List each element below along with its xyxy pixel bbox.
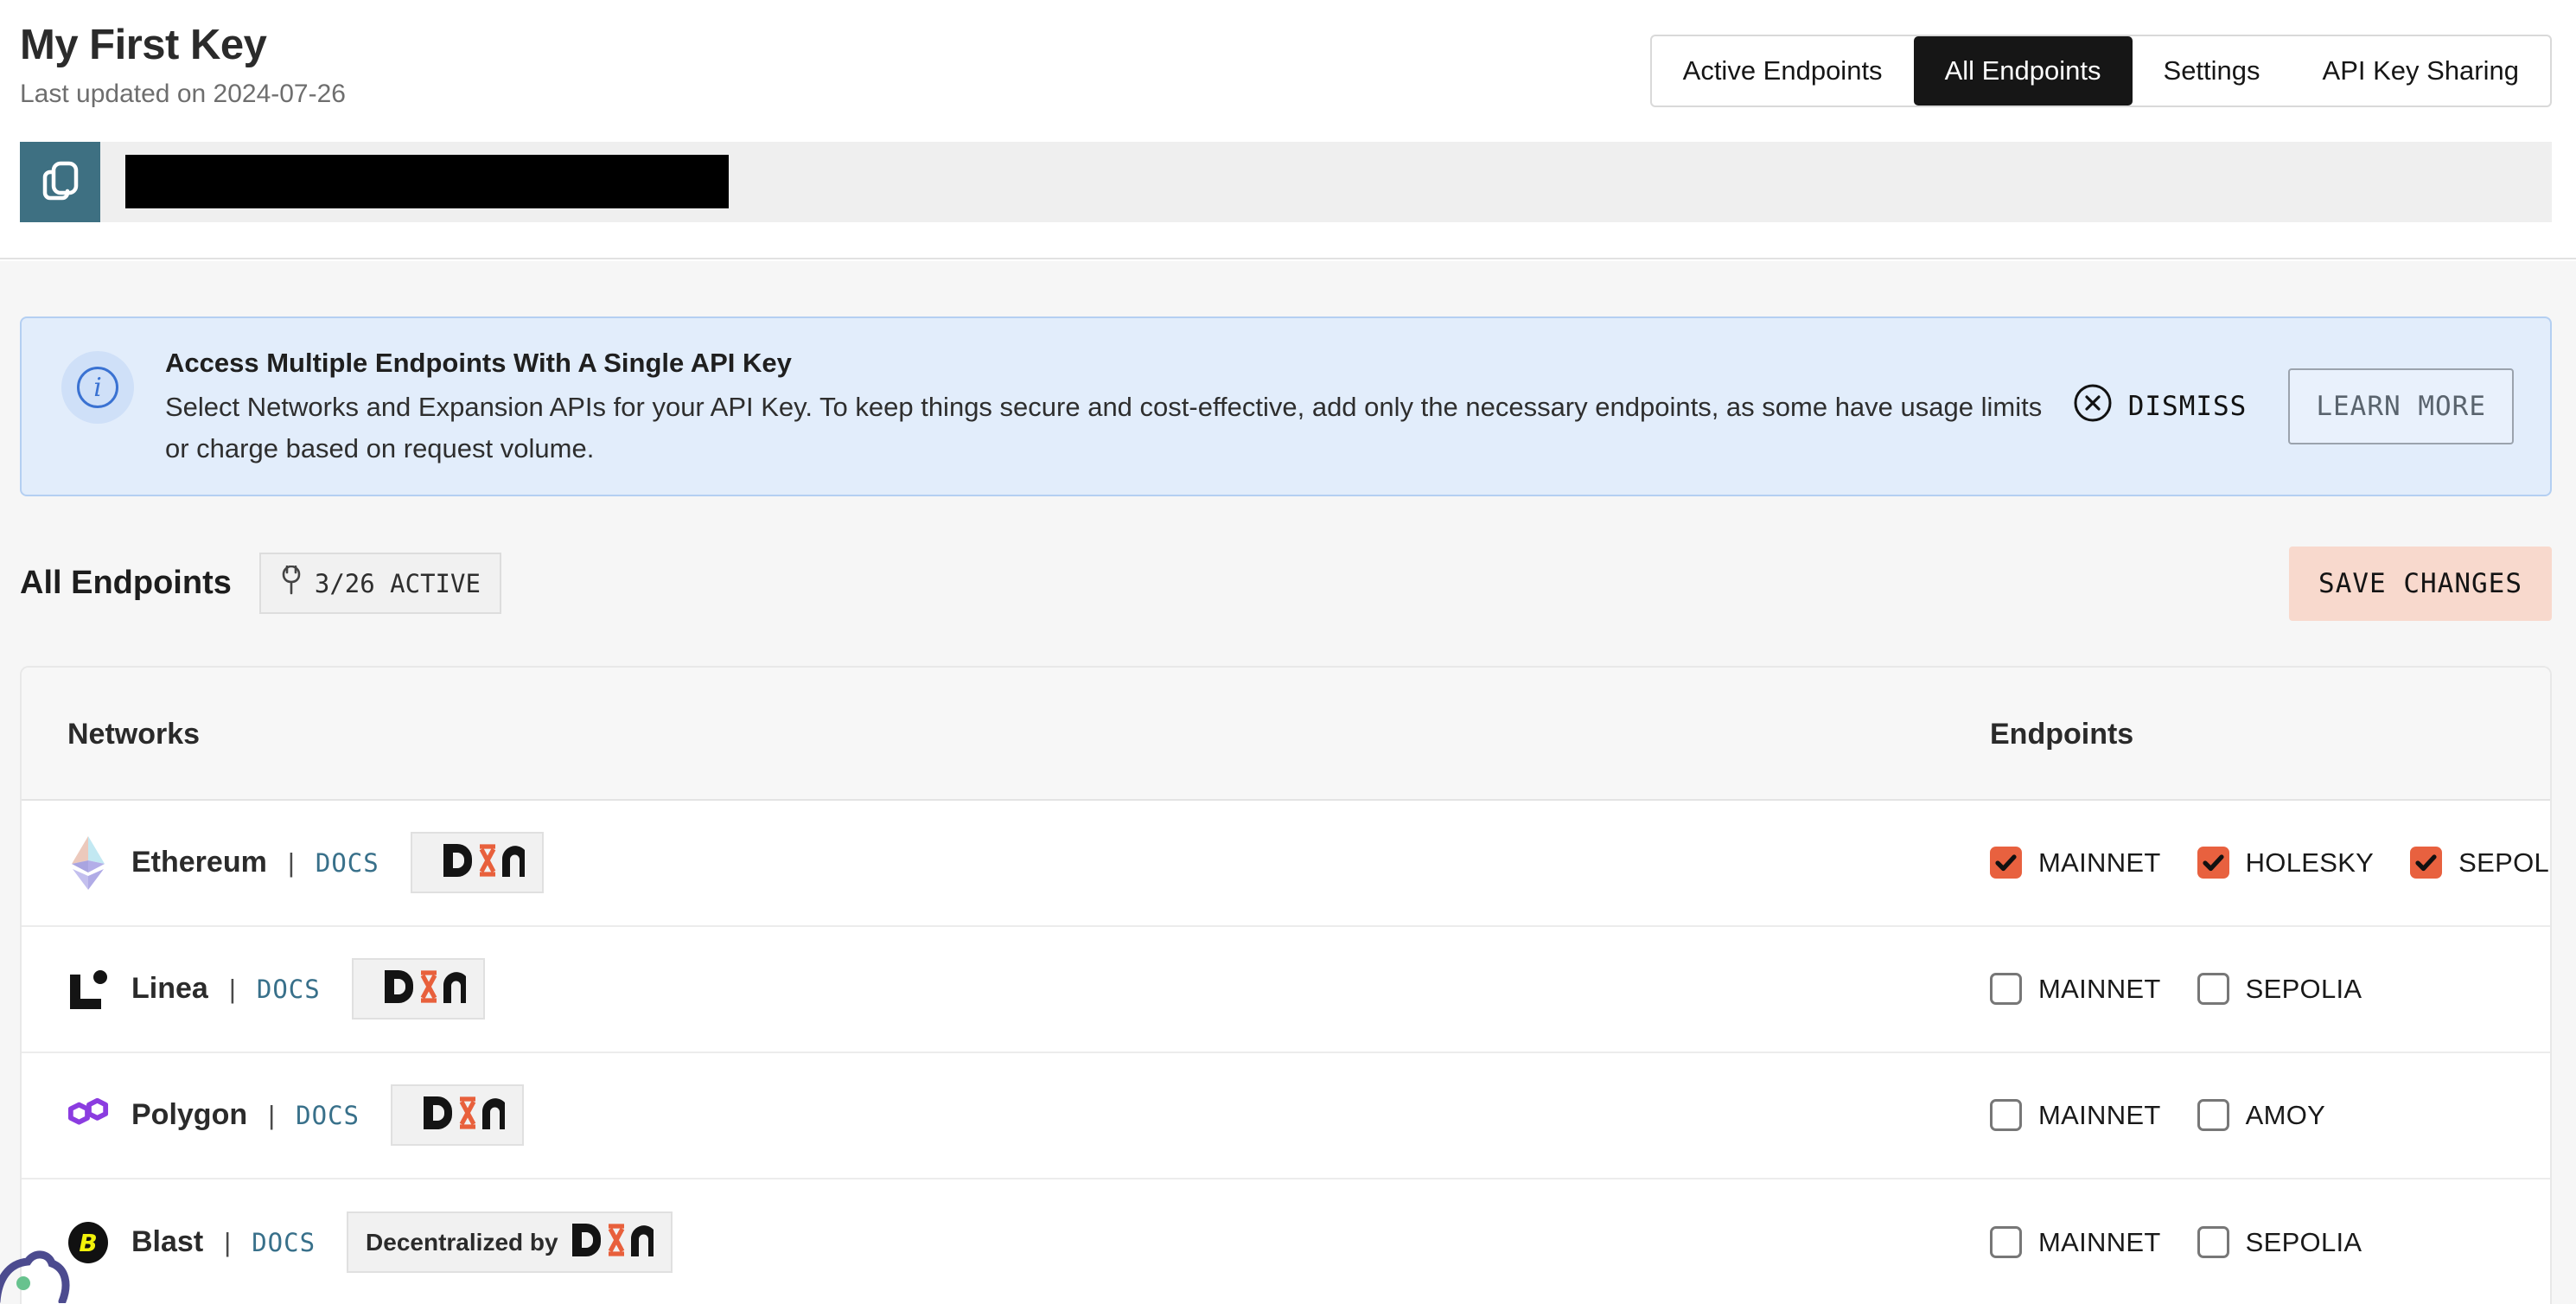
learn-more-button[interactable]: LEARN MORE: [2288, 368, 2514, 444]
endpoint-blast-mainnet[interactable]: MAINNET: [1990, 1226, 2161, 1258]
banner-actions: DISMISS LEARN MORE: [2073, 368, 2514, 444]
endpoint-polygon-mainnet[interactable]: MAINNET: [1990, 1099, 2161, 1131]
checkbox[interactable]: [1990, 847, 2022, 879]
endpoints-cell: MAINNET AMOY: [1990, 1099, 2325, 1131]
plug-icon: [280, 566, 303, 601]
endpoints-cell: MAINNET SEPOLIA: [1990, 973, 2362, 1005]
network-row-linea: Linea | DOCS MAINNET SEPOLIA: [22, 927, 2550, 1053]
active-count-text: 3/26 ACTIVE: [315, 569, 481, 598]
endpoints-cell: MAINNET SEPOLIA: [1990, 1226, 2362, 1258]
separator: |: [268, 1100, 275, 1131]
linea-icon: [67, 969, 109, 1009]
tab-bar: Active EndpointsAll EndpointsSettingsAPI…: [1650, 35, 2552, 107]
endpoint-ethereum-mainnet[interactable]: MAINNET: [1990, 847, 2161, 879]
tab-api-key-sharing[interactable]: API Key Sharing: [2292, 36, 2550, 105]
docs-link[interactable]: DOCS: [296, 1101, 360, 1130]
page-title: My First Key: [20, 21, 346, 69]
section-head: All Endpoints 3/26 ACTIVE SAVE CHANGES: [20, 547, 2552, 621]
endpoints-cell: MAINNET HOLESKY SEPOLIA: [1990, 847, 2552, 879]
network-name: Blast: [131, 1225, 203, 1259]
copy-api-key-button[interactable]: [20, 142, 100, 222]
polygon-icon: [67, 1097, 109, 1134]
dismiss-label: DISMISS: [2128, 391, 2248, 422]
checkbox[interactable]: [1990, 973, 2022, 1005]
banner-body: Select Networks and Expansion APIs for y…: [165, 387, 2067, 468]
endpoint-blast-sepolia[interactable]: SEPOLIA: [2197, 1226, 2362, 1258]
table-rows: Ethereum | DOCS MAINNET: [22, 801, 2550, 1304]
tab-settings[interactable]: Settings: [2133, 36, 2292, 105]
decentralized-badge-text: Decentralized by: [366, 1229, 558, 1256]
networks-column-header: Networks: [67, 668, 200, 801]
all-endpoints-heading: All Endpoints: [20, 565, 232, 602]
endpoint-linea-mainnet[interactable]: MAINNET: [1990, 973, 2161, 1005]
network-name: Linea: [131, 972, 208, 1006]
network-name: Ethereum: [131, 846, 267, 879]
endpoint-ethereum-sepolia[interactable]: SEPOLIA: [2410, 847, 2552, 879]
checkbox[interactable]: [1990, 1099, 2022, 1131]
checkbox-label: MAINNET: [2038, 974, 2161, 1005]
tab-active-endpoints[interactable]: Active Endpoints: [1652, 36, 1914, 105]
separator: |: [288, 847, 295, 879]
endpoint-linea-sepolia[interactable]: SEPOLIA: [2197, 973, 2362, 1005]
checkbox-label: AMOY: [2246, 1100, 2326, 1131]
checkbox[interactable]: [2197, 1226, 2229, 1258]
checkbox-label: HOLESKY: [2246, 847, 2375, 879]
din-logo-icon: [443, 843, 525, 882]
checkbox-label: MAINNET: [2038, 847, 2161, 879]
title-block: My First Key Last updated on 2024-07-26: [20, 21, 346, 109]
docs-link[interactable]: DOCS: [257, 975, 321, 1004]
decentralized-badge: [391, 1084, 524, 1146]
table-header: Networks Endpoints: [22, 668, 2550, 801]
banner-text: Access Multiple Endpoints With A Single …: [165, 344, 2067, 469]
info-icon: i: [61, 351, 134, 424]
network-row-polygon: Polygon | DOCS MAINNET AMOY: [22, 1053, 2550, 1179]
checkbox-label: SEPOLIA: [2246, 974, 2362, 1005]
info-banner: i Access Multiple Endpoints With A Singl…: [20, 316, 2552, 496]
save-changes-button[interactable]: SAVE CHANGES: [2289, 547, 2552, 621]
tab-all-endpoints[interactable]: All Endpoints: [1914, 36, 2133, 105]
decentralized-badge: [411, 832, 544, 893]
docs-link[interactable]: DOCS: [316, 848, 379, 878]
page-header: My First Key Last updated on 2024-07-26 …: [0, 0, 2576, 259]
din-logo-icon: [572, 1223, 654, 1262]
din-logo-icon: [385, 969, 466, 1008]
ethereum-icon: [67, 834, 109, 892]
decentralized-badge: [352, 958, 485, 1020]
checkbox-label: MAINNET: [2038, 1227, 2161, 1258]
network-row-blast: B Blast | DOCS Decentralized by MAINNET: [22, 1179, 2550, 1304]
api-key-field[interactable]: [100, 142, 2552, 222]
chat-widget-icon[interactable]: [0, 1236, 90, 1304]
endpoint-ethereum-holesky[interactable]: HOLESKY: [2197, 847, 2375, 879]
decentralized-badge: Decentralized by: [347, 1211, 673, 1273]
checkbox-label: SEPOLIA: [2458, 847, 2552, 879]
checkbox[interactable]: [1990, 1226, 2022, 1258]
separator: |: [229, 974, 236, 1005]
page-main: i Access Multiple Endpoints With A Singl…: [0, 261, 2576, 1304]
checkbox[interactable]: [2197, 1099, 2229, 1131]
network-row-ethereum: Ethereum | DOCS MAINNET: [22, 801, 2550, 927]
checkbox-label: MAINNET: [2038, 1100, 2161, 1131]
banner-title: Access Multiple Endpoints With A Single …: [165, 344, 2067, 381]
endpoint-polygon-amoy[interactable]: AMOY: [2197, 1099, 2326, 1131]
copy-icon: [41, 160, 80, 204]
active-count-badge: 3/26 ACTIVE: [259, 553, 501, 614]
redacted-api-key: [125, 155, 729, 208]
checkbox[interactable]: [2197, 973, 2229, 1005]
checkbox[interactable]: [2410, 847, 2442, 879]
docs-link[interactable]: DOCS: [252, 1228, 316, 1257]
network-name: Polygon: [131, 1098, 247, 1132]
api-key-row: [20, 142, 2552, 222]
endpoints-table: Networks Endpoints Ethereum | DOCS: [20, 666, 2552, 1304]
checkbox[interactable]: [2197, 847, 2229, 879]
dismiss-circle-icon: [2073, 383, 2113, 430]
endpoints-column-header: Endpoints: [1990, 668, 2133, 801]
last-updated-text: Last updated on 2024-07-26: [20, 80, 346, 109]
din-logo-icon: [424, 1096, 505, 1135]
checkbox-label: SEPOLIA: [2246, 1227, 2362, 1258]
separator: |: [224, 1227, 231, 1258]
dismiss-button[interactable]: DISMISS: [2073, 383, 2248, 430]
